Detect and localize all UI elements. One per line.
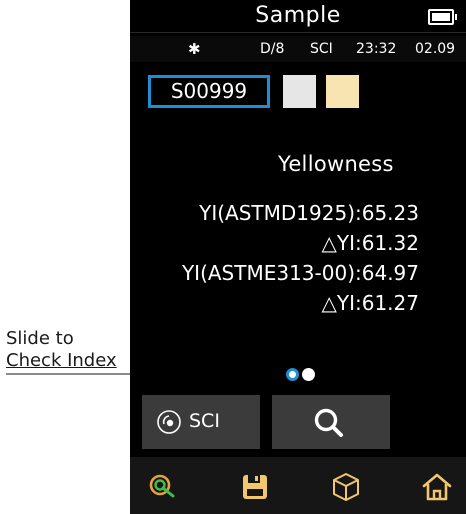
sci-button-label: SCI (189, 410, 220, 432)
callout-line-2: Check Index (6, 350, 117, 371)
search-button[interactable] (272, 395, 390, 449)
bottom-nav (130, 457, 466, 514)
bluetooth-icon: ✱ (188, 40, 201, 58)
callout-annotation: Slide to Check Index (6, 328, 117, 372)
page-dot[interactable] (302, 368, 315, 381)
reference-color-swatch (326, 75, 359, 108)
status-bar: ✱ D/8 SCI 23:32 02.09 (130, 36, 466, 62)
mode-label: SCI (310, 41, 333, 57)
date-label: 02.09 (415, 41, 456, 57)
page-dot-active[interactable] (286, 368, 299, 381)
time-label: 23:32 (356, 41, 397, 57)
cube-icon[interactable] (329, 470, 363, 504)
geometry-label: D/8 (260, 41, 285, 57)
save-icon[interactable] (238, 470, 272, 504)
index-heading: Yellowness (278, 152, 394, 176)
yi-astme313-value: YI(ASTME313-00):64.97 (181, 261, 419, 285)
sci-mode-icon (157, 410, 181, 434)
delta-yi-1-value: △YI:61.32 (321, 231, 420, 255)
title-bar: Sample (130, 0, 466, 33)
callout-line-1: Slide to (6, 328, 74, 349)
target-icon[interactable] (146, 470, 180, 504)
home-icon[interactable] (420, 470, 454, 504)
page-title: Sample (255, 3, 341, 28)
sample-id-field[interactable]: S00999 (148, 75, 270, 108)
device-screen: Sample ✱ D/8 SCI 23:32 02.09 S00999 Yell… (130, 0, 466, 514)
sample-color-swatch (283, 75, 316, 108)
yi-astmd1925-value: YI(ASTMD1925):65.23 (199, 201, 419, 225)
battery-icon (428, 9, 457, 25)
delta-yi-2-value: △YI:61.27 (321, 291, 420, 315)
sci-mode-button[interactable]: SCI (142, 395, 260, 449)
search-icon (314, 408, 343, 437)
